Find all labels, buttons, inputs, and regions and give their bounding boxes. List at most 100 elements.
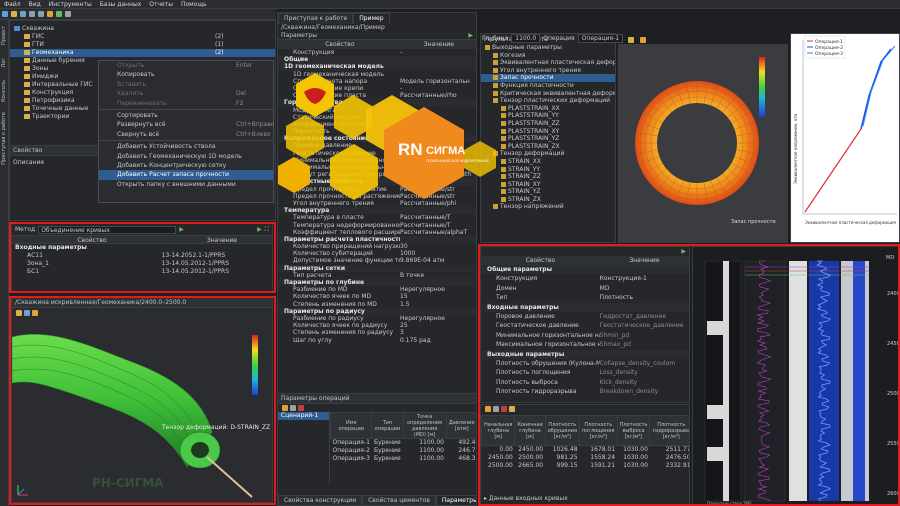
context-menu-item[interactable]: Вставить	[99, 80, 273, 89]
stress-strain-plot[interactable]: Операция-1 Операция-2 Операция-3 Эквивал…	[790, 33, 900, 243]
context-menu-item[interactable]: Открыть Enter	[99, 61, 273, 70]
log-tracks[interactable]: MD 2400 2450 2500 2550 2600 Открытый ств…	[692, 246, 900, 506]
side-tab-log[interactable]: Лог	[1, 58, 7, 67]
context-menu-item[interactable]: Развернуть всё Ctrl+Вправо	[99, 120, 274, 129]
results-item[interactable]: STRAIN_ZZ	[481, 173, 615, 181]
method-row[interactable]: БС1 13-14.05.2012-1/PPRS	[12, 268, 272, 276]
center-row[interactable]: Тип расчета В точке	[278, 272, 476, 279]
density-row[interactable]: 2450.00 2500.00 981.25 1558.24 1030.00 2476.5…	[482, 454, 689, 462]
br-row[interactable]: Плотность обрушения (Кулона-Мора)Collaps…	[481, 359, 689, 368]
depth-input[interactable]: 1100.0	[511, 33, 541, 44]
method-row[interactable]: АС11 13-14.2052.1-1/PPRS	[12, 252, 272, 260]
checkbox-icon[interactable]	[501, 158, 506, 164]
results-item[interactable]: STRAIN_XX	[481, 158, 615, 166]
checkbox-icon[interactable]	[493, 52, 498, 58]
br-row[interactable]: Плотность поглощения Loss_density	[481, 368, 689, 377]
tab-example[interactable]: Пример	[353, 13, 390, 24]
br-row[interactable]: Домен MD	[481, 284, 689, 293]
save-view-icon[interactable]	[16, 310, 22, 317]
import-icon[interactable]	[509, 406, 515, 412]
menu-databases[interactable]: Базы данных	[96, 0, 146, 9]
center-row[interactable]: Конструкция -	[278, 49, 476, 56]
br-row[interactable]: Геостатическое давление Геостатическое_да…	[481, 321, 689, 330]
play-icon[interactable]	[56, 11, 62, 17]
center-row[interactable]: Коэффициент теплового расширенияРассчита…	[278, 229, 476, 236]
center-row[interactable]: Параметры сетки	[278, 264, 476, 272]
center-row[interactable]: Температура недеформированного с Рассчита…	[278, 222, 476, 229]
center-row[interactable]: Параметры расчета пластичности	[278, 235, 476, 244]
menu-reports[interactable]: Отчеты	[145, 0, 177, 9]
center-row[interactable]: Шаг по углу 0.175 рад	[278, 337, 476, 344]
copy-row-icon[interactable]	[493, 406, 499, 412]
results-item[interactable]: PLASTSTRAIN_YY	[481, 112, 615, 120]
center-row[interactable]: Количество ячеек по радиусу 25	[278, 322, 476, 329]
br-row[interactable]: Плотность выброса Kick_density	[481, 378, 689, 387]
results-item[interactable]: Функция пластичности	[481, 82, 615, 90]
new-icon[interactable]	[2, 11, 8, 17]
wrench-icon[interactable]	[47, 11, 53, 17]
save-icon[interactable]	[20, 11, 26, 17]
context-menu-item[interactable]: Добавить Концентрическую сетку	[99, 161, 273, 170]
results-item[interactable]: STRAIN_YY	[481, 166, 615, 174]
tab-getting-started[interactable]: Приступая к работе	[278, 13, 354, 24]
context-menu-item[interactable]: Свернуть всё Ctrl+Влево	[99, 130, 273, 139]
density-row[interactable]: 2500.00 2665.00 999.15 1591.21 1030.00 2332.9…	[482, 462, 689, 470]
results-item[interactable]: STRAIN_ZX	[481, 196, 615, 204]
menu-view[interactable]: Вид	[25, 0, 45, 9]
results-item[interactable]: Тензор деформаций	[481, 150, 615, 158]
center-row[interactable]: Параметры по глубине	[278, 279, 476, 287]
results-item[interactable]: Критическая эквивалентная деформ	[481, 90, 615, 98]
settings-icon[interactable]	[65, 11, 71, 17]
side-tab-getting-started[interactable]: Приступая к работе	[1, 112, 7, 165]
br-row[interactable]: Минимальное горизонтальное напряжениеShm…	[481, 331, 689, 340]
side-tab-project[interactable]: Проект	[1, 26, 7, 45]
add-op-icon[interactable]	[282, 405, 288, 412]
context-menu-item[interactable]: Удалить Del	[99, 89, 273, 98]
context-menu-item[interactable]: Копировать	[99, 70, 273, 79]
method-row[interactable]: Зона_1 13-14.05.2012-1/PPRS	[12, 260, 272, 268]
checkbox-icon[interactable]	[501, 166, 506, 172]
checkbox-icon[interactable]	[493, 60, 498, 66]
br-row[interactable]: Тип Плотность	[481, 293, 689, 302]
checkbox-icon[interactable]	[501, 128, 506, 134]
results-item[interactable]: PLASTSTRAIN_XX	[481, 105, 615, 113]
checkbox-icon[interactable]	[501, 113, 506, 119]
redo-icon[interactable]	[38, 11, 44, 17]
results-item[interactable]: Когезия	[481, 52, 615, 60]
context-menu-item[interactable]: Переименовать F2	[99, 99, 273, 108]
checkbox-icon[interactable]	[501, 120, 506, 126]
checkbox-icon[interactable]	[485, 45, 490, 50]
delete-row-icon[interactable]	[501, 406, 507, 412]
run-center-icon[interactable]: ▶	[468, 32, 473, 39]
eye-icon[interactable]	[32, 310, 38, 317]
tab-ops-params[interactable]: Параметры операций	[435, 494, 476, 505]
context-menu-item[interactable]: Открыть папку с внешними данными	[99, 180, 273, 189]
checkbox-icon[interactable]	[501, 143, 506, 149]
center-row[interactable]: Параметры по радиусу	[278, 307, 476, 315]
tree-item[interactable]: Скважина	[10, 25, 275, 33]
center-row[interactable]: Количество ячеек по MD 15	[278, 293, 476, 300]
checkbox-icon[interactable]	[501, 181, 506, 187]
center-row[interactable]: Допустимое значение функции текучести9.8…	[278, 257, 476, 264]
center-row[interactable]: Общие	[278, 56, 476, 64]
tab-cement-props[interactable]: Свойства цементов	[362, 494, 436, 505]
results-item[interactable]: PLASTSTRAIN_YZ	[481, 135, 615, 143]
tree-item[interactable]: ГТИ (1)	[10, 41, 275, 49]
camera-icon[interactable]	[24, 310, 30, 317]
results-item[interactable]: Запас прочности	[481, 74, 615, 82]
results-item[interactable]: Тензор пластических деформаций	[481, 97, 615, 105]
context-menu-item[interactable]: Сортировать	[99, 111, 273, 120]
results-item[interactable]: PLASTSTRAIN_ZX	[481, 143, 615, 151]
tree-item[interactable]: Геомеханика (2)	[10, 49, 275, 57]
tab-construction-props[interactable]: Свойства конструкции	[278, 494, 363, 505]
apply-icon[interactable]: ▶	[257, 226, 262, 233]
center-row[interactable]: Разбиение по MD Нерегулярное	[278, 286, 476, 293]
side-tab-console[interactable]: Консоль	[1, 80, 7, 102]
density-row[interactable]: 0.00 2450.00 1026.48 1678.01 1030.00 2511.77	[482, 446, 689, 454]
checkbox-icon[interactable]	[501, 174, 506, 180]
method-select[interactable]: Объединение кривых	[38, 225, 177, 234]
ops-row[interactable]: Операция-3 Бурение 1100.00 468.3	[331, 455, 477, 463]
ops-row[interactable]: Операция-2 Бурение 1100.00 246.7	[331, 447, 477, 455]
br-row[interactable]: Поровое давление Гидростат_давление	[481, 312, 689, 321]
center-row[interactable]: Количество приращений нагрузки 30	[278, 243, 476, 250]
